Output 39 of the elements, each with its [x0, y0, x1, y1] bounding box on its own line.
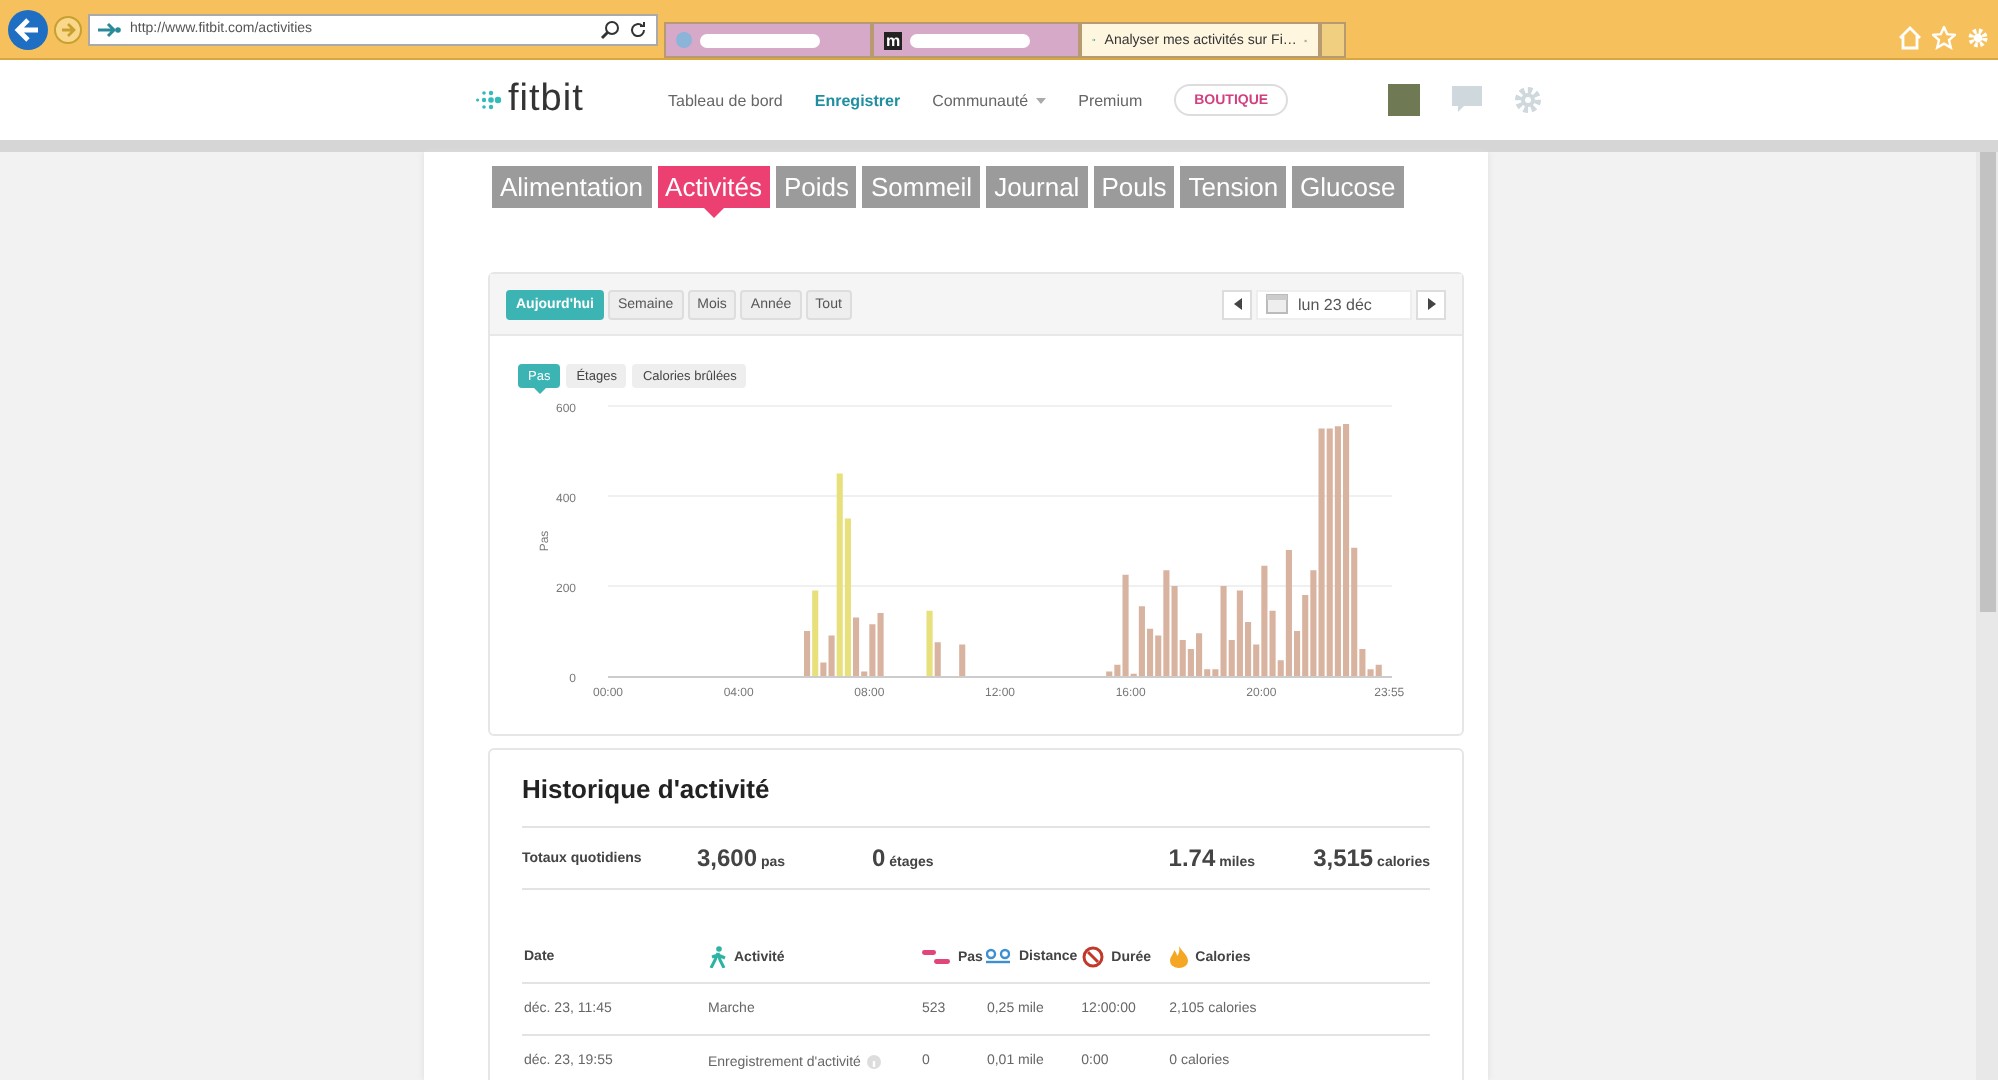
- nav-link[interactable]: Enregistrer: [814, 91, 901, 109]
- browser-tab[interactable]: m: [872, 22, 1080, 58]
- star-icon[interactable]: [1932, 25, 1956, 49]
- calendar-icon: [1266, 294, 1288, 314]
- nav-link[interactable]: Tableau de bord: [668, 91, 783, 109]
- left-triangle-icon[interactable]: [1233, 298, 1241, 310]
- previous-button[interactable]: [1222, 289, 1252, 319]
- nav-link[interactable]: Communauté: [932, 91, 1029, 109]
- scrollbar[interactable]: [1976, 152, 1998, 1080]
- tab-pointer: [533, 388, 546, 394]
- redacted-title: [700, 33, 820, 47]
- category-tab[interactable]: Activités: [657, 166, 770, 208]
- settings-icon[interactable]: [1514, 86, 1543, 114]
- flame-icon: [1169, 945, 1188, 967]
- nav-link[interactable]: Premium: [1078, 91, 1143, 109]
- new-tab-button[interactable]: [1320, 22, 1346, 58]
- browser-tab[interactable]: [664, 22, 872, 58]
- logo-icon: [474, 86, 502, 114]
- tab-pointer: [703, 208, 724, 218]
- caret-icon[interactable]: [1036, 97, 1047, 103]
- site-icon: [98, 19, 122, 39]
- distance-icon: [986, 948, 1011, 964]
- scrollbar-thumb[interactable]: [1979, 152, 1995, 612]
- logo-text: fitbit: [508, 78, 584, 122]
- date-text: lun 23 déc: [1298, 295, 1372, 313]
- site-icon: m: [884, 31, 903, 49]
- date-field[interactable]: lun 23 déc: [1256, 289, 1412, 319]
- next-button[interactable]: [1416, 289, 1446, 319]
- chart-bar: [959, 644, 966, 676]
- redacted-title: [910, 33, 1031, 47]
- search-icon[interactable]: [600, 19, 620, 39]
- site-icon: [676, 32, 692, 48]
- walking-person-icon: [708, 945, 726, 967]
- refresh-icon[interactable]: [628, 19, 648, 39]
- chat-icon[interactable]: [1452, 86, 1483, 114]
- section-title: Historique d'activité: [522, 750, 1430, 828]
- right-triangle-icon[interactable]: [1427, 298, 1435, 310]
- avatar-photo-placeholder[interactable]: [1388, 84, 1421, 116]
- home-icon[interactable]: [1898, 25, 1922, 49]
